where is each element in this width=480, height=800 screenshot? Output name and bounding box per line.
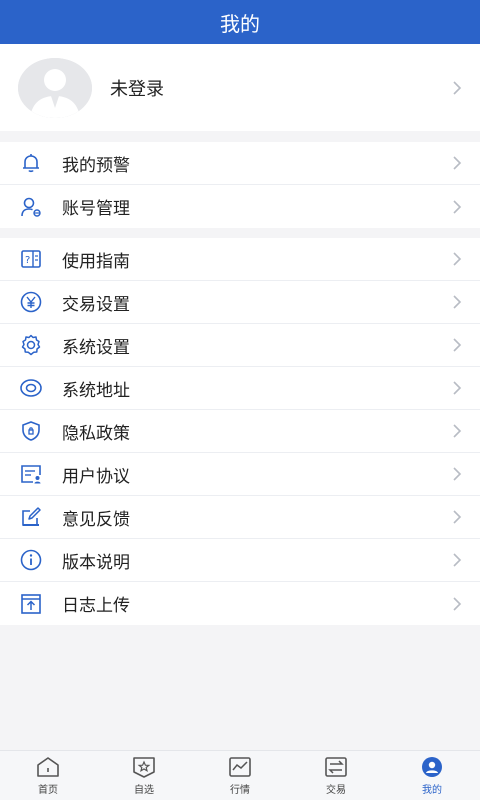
account-icon [18,194,44,220]
info-icon [18,547,44,573]
yen-icon [18,289,44,315]
chevron-right-icon [453,80,462,95]
bottom-tab-bar: 首页 自选 行情 交易 我的 [0,750,480,800]
tab-label: 行情 [230,785,250,796]
menu-item-trade-settings[interactable]: 交易设置 [0,281,480,324]
chevron-right-icon [453,338,462,352]
home-icon [36,755,60,779]
tab-watchlist[interactable]: 自选 [96,751,192,800]
chevron-right-icon [453,424,462,438]
login-status: 未登录 [110,78,164,100]
tab-home[interactable]: 首页 [0,751,96,800]
chevron-right-icon [453,156,462,170]
star-icon [132,755,156,779]
menu-item-label: 版本说明 [62,552,130,573]
menu-item-alerts[interactable]: 我的预警 [0,142,480,185]
chevron-right-icon [453,381,462,395]
menu-item-label: 用户协议 [62,466,130,487]
menu-item-guide[interactable]: ? 使用指南 [0,238,480,281]
menu-item-log-upload[interactable]: 日志上传 [0,582,480,625]
menu-item-feedback[interactable]: 意见反馈 [0,496,480,539]
chevron-right-icon [453,596,462,611]
menu-item-label: 使用指南 [62,251,130,272]
gear-icon [18,332,44,358]
guide-icon: ? [18,246,44,272]
edit-icon [18,504,44,530]
agreement-icon [18,461,44,487]
chevron-right-icon [453,199,462,214]
menu-item-label: 我的预警 [62,155,130,176]
eye-icon [18,375,44,401]
chevron-right-icon [453,252,462,266]
chevron-right-icon [453,553,462,567]
profile-row[interactable]: 未登录 [0,44,480,131]
chart-icon [228,755,252,779]
page-title-text: 我的 [220,11,260,36]
menu-item-label: 日志上传 [62,596,130,616]
upload-icon [18,591,44,617]
menu-item-account[interactable]: 账号管理 [0,185,480,228]
svg-text:?: ? [25,255,30,266]
menu-group-alerts: 我的预警 账号管理 [0,142,480,228]
tab-market[interactable]: 行情 [192,751,288,800]
menu-group-settings: ? 使用指南 交易设置 系统设置 系统地址 隐私政策 用户协议 意见反馈 版本说… [0,238,480,625]
menu-item-system-settings[interactable]: 系统设置 [0,324,480,367]
menu-item-label: 系统设置 [62,337,130,358]
shield-icon [18,418,44,444]
tab-label: 首页 [38,785,58,796]
tab-mine[interactable]: 我的 [384,751,480,800]
avatar [18,57,92,118]
user-icon [420,755,444,779]
menu-item-user-agreement[interactable]: 用户协议 [0,453,480,496]
menu-item-label: 系统地址 [62,380,130,401]
chevron-right-icon [453,295,462,309]
menu-item-label: 意见反馈 [62,509,130,530]
trade-icon [324,755,348,779]
bell-icon [18,150,44,176]
tab-label: 自选 [134,785,154,796]
menu-item-version-notes[interactable]: 版本说明 [0,539,480,582]
chevron-right-icon [453,467,462,481]
tab-label: 交易 [326,785,346,796]
tab-trade[interactable]: 交易 [288,751,384,800]
menu-item-label: 账号管理 [62,199,130,219]
page-title: 我的 [0,0,480,44]
menu-item-system-address[interactable]: 系统地址 [0,367,480,410]
menu-item-label: 交易设置 [62,294,130,315]
chevron-right-icon [453,510,462,524]
menu-item-label: 隐私政策 [62,423,130,444]
tab-label: 我的 [422,785,442,796]
menu-item-privacy-policy[interactable]: 隐私政策 [0,410,480,453]
